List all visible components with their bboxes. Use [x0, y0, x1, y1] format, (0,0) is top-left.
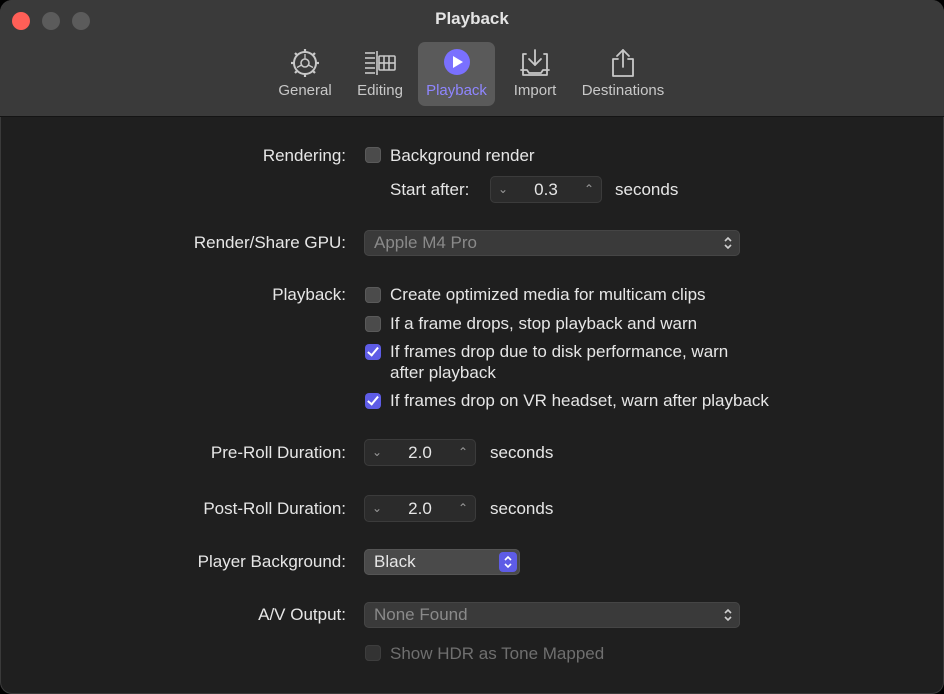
player-background-popup[interactable]: Black [364, 549, 520, 575]
frame-drop-stop-label: If a frame drops, stop playback and warn [390, 314, 698, 333]
tab-general-label: General [278, 82, 332, 99]
updown-chevron-icon [504, 555, 512, 569]
chevron-down-icon[interactable]: ⌄ [364, 495, 390, 522]
preroll-unit: seconds [490, 443, 554, 462]
playback-settings: Rendering: Background render Start after… [0, 117, 944, 694]
start-after-unit: seconds [615, 180, 679, 199]
chevron-down-icon[interactable]: ⌄ [490, 176, 516, 203]
disk-performance-warn-label: If frames drop due to disk performance, … [390, 342, 729, 361]
updown-chevron-icon [724, 236, 732, 250]
vr-headset-warn-checkbox[interactable] [365, 393, 381, 409]
timeline-icon [365, 51, 396, 75]
start-after-label: Start after: [390, 180, 470, 199]
av-output-label: A/V Output: [258, 605, 346, 624]
postroll-stepper[interactable]: ⌄ 2.0 ⌃ [364, 495, 476, 522]
tab-editing[interactable]: Editing [350, 42, 410, 106]
chevron-up-icon[interactable]: ⌃ [450, 439, 476, 466]
postroll-label: Post-Roll Duration: [203, 499, 346, 518]
chevron-up-icon[interactable]: ⌃ [576, 176, 602, 203]
hdr-tone-mapped-label: Show HDR as Tone Mapped [390, 644, 605, 663]
updown-button [499, 552, 517, 572]
gear-icon [291, 49, 319, 77]
rendering-label: Rendering: [262, 146, 346, 165]
background-render-label: Background render [390, 146, 535, 165]
tab-destinations-label: Destinations [581, 82, 665, 99]
preroll-label: Pre-Roll Duration: [210, 443, 346, 462]
titlebar: Playback General Editing Playback Import… [0, 0, 944, 117]
tab-playback-label: Playback [426, 82, 487, 99]
disk-performance-warn-checkbox[interactable] [365, 344, 381, 360]
optimized-multicam-checkbox[interactable] [365, 287, 381, 303]
tab-playback[interactable]: Playback [418, 42, 495, 106]
player-background-value: Black [374, 552, 416, 571]
background-render-checkbox[interactable] [365, 147, 381, 163]
preferences-window: Playback General Editing Playback Import… [0, 0, 944, 694]
gpu-label: Render/Share GPU: [193, 233, 346, 252]
disk-performance-warn-label-line2: after playback [390, 363, 496, 382]
import-tray-icon [520, 49, 550, 76]
hdr-tone-mapped-checkbox[interactable] [365, 645, 381, 661]
postroll-value[interactable]: 2.0 [390, 495, 450, 522]
tab-import[interactable]: Import [506, 42, 564, 106]
gpu-popup[interactable]: Apple M4 Pro [364, 230, 740, 256]
window-title: Playback [435, 9, 509, 28]
gpu-popup-value: Apple M4 Pro [374, 233, 477, 252]
preroll-stepper[interactable]: ⌄ 2.0 ⌃ [364, 439, 476, 466]
player-background-label: Player Background: [197, 552, 346, 571]
play-circle-icon [443, 49, 470, 75]
tab-general[interactable]: General [272, 42, 338, 106]
vr-headset-warn-label: If frames drop on VR headset, warn after… [390, 391, 769, 410]
preroll-value[interactable]: 2.0 [390, 439, 450, 466]
postroll-unit: seconds [490, 499, 554, 518]
av-output-popup[interactable]: None Found [364, 602, 740, 628]
start-after-stepper[interactable]: ⌄ 0.3 ⌃ [490, 176, 602, 203]
av-output-value: None Found [374, 605, 468, 624]
playback-label: Playback: [272, 285, 346, 304]
share-icon [612, 49, 634, 77]
tab-destinations[interactable]: Destinations [574, 42, 672, 106]
updown-chevron-icon [724, 608, 732, 622]
tab-import-label: Import [513, 82, 557, 99]
frame-drop-stop-checkbox[interactable] [365, 316, 381, 332]
start-after-value[interactable]: 0.3 [516, 176, 576, 203]
chevron-up-icon[interactable]: ⌃ [450, 495, 476, 522]
tab-editing-label: Editing [357, 82, 403, 99]
chevron-down-icon[interactable]: ⌄ [364, 439, 390, 466]
optimized-multicam-label: Create optimized media for multicam clip… [390, 285, 706, 304]
